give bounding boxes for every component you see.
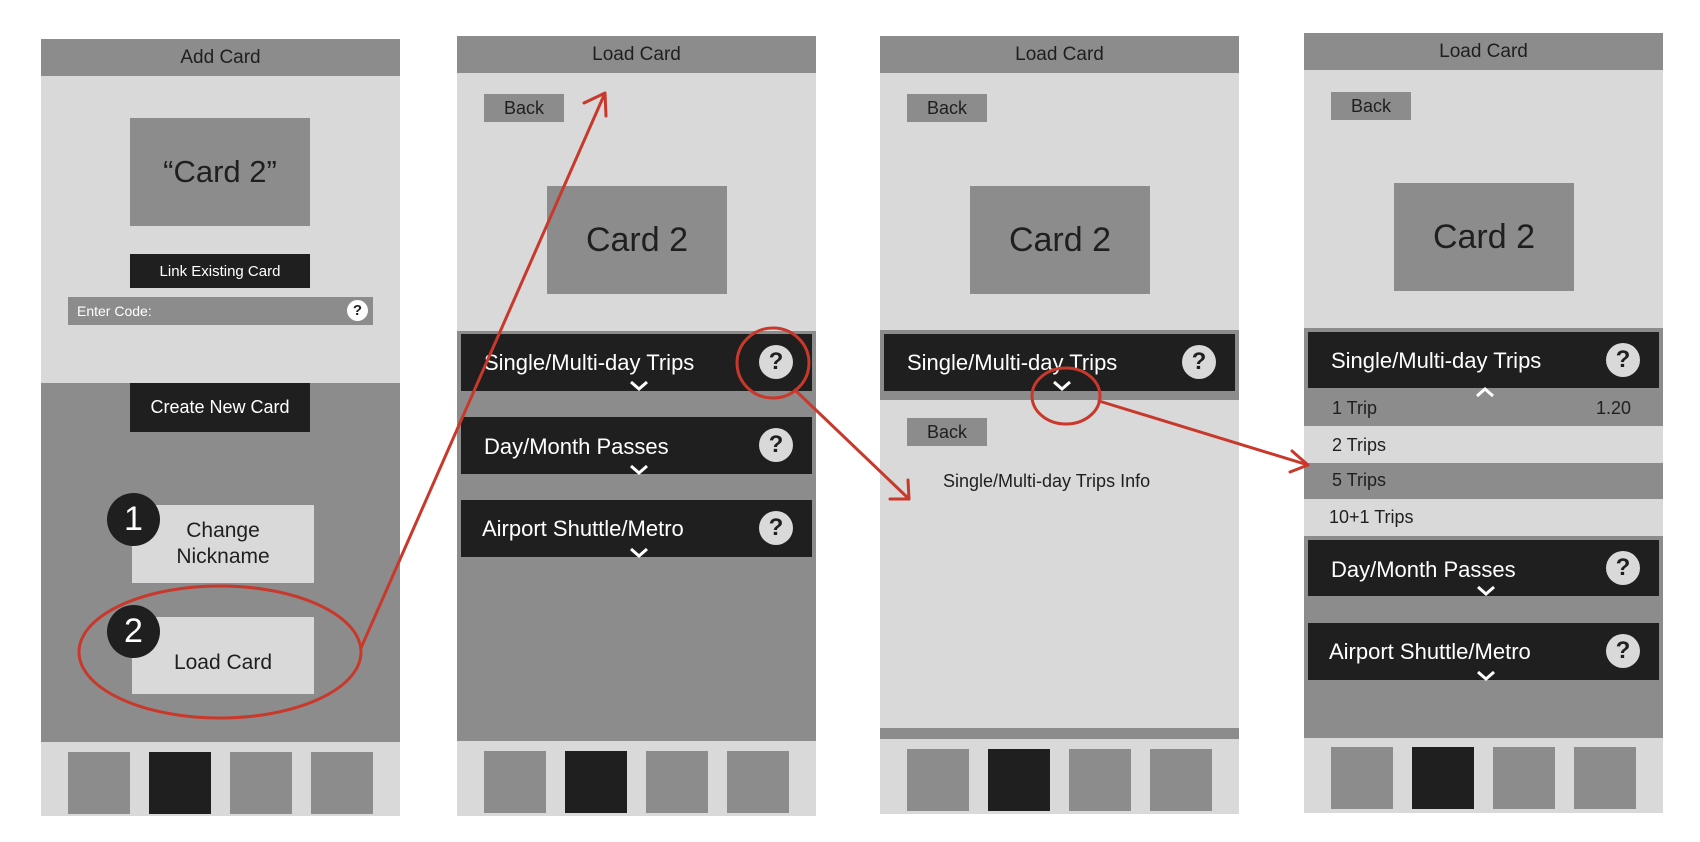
nav-tab-1[interactable] (907, 749, 969, 811)
nav-tab-4[interactable] (1150, 749, 1212, 811)
nav-tab-4[interactable] (727, 751, 789, 813)
question-mark-icon[interactable]: ? (1606, 343, 1640, 377)
back-button[interactable]: Back (1331, 92, 1411, 120)
nav-tab-3[interactable] (1493, 747, 1555, 809)
screen-title: Add Card (41, 39, 400, 76)
info-divider (880, 728, 1239, 739)
section-info-text: Single/Multi-day Trips Info (943, 471, 1151, 491)
link-existing-card-button[interactable]: Link Existing Card (130, 254, 310, 288)
nav-tab-2[interactable] (1412, 747, 1474, 809)
card-preview: Card 2 (1394, 183, 1574, 291)
nav-tab-4[interactable] (311, 752, 373, 814)
nav-tab-2[interactable] (565, 751, 627, 813)
step-2-badge: 2 (107, 605, 160, 658)
nav-tab-2[interactable] (149, 752, 211, 814)
nav-tab-1[interactable] (484, 751, 546, 813)
bottom-nav (41, 742, 400, 816)
option-1-trip-price: 1.20 (1596, 398, 1632, 418)
info-back-button[interactable]: Back (907, 418, 987, 446)
option-2-trips-label[interactable]: 2 Trips (1332, 435, 1386, 456)
section-single-multi-day-trips[interactable]: Single/Multi-day Trips ? (461, 334, 812, 391)
add-card-screen: Add Card “Card 2” Link Existing Card Ent… (41, 39, 400, 816)
section-label: Single/Multi-day Trips (907, 350, 1118, 375)
nav-tab-1[interactable] (68, 752, 130, 814)
section-airport-shuttle-metro[interactable]: Airport Shuttle/Metro ? (461, 500, 812, 559)
question-mark-icon[interactable]: ? (1182, 345, 1216, 379)
section-label: Airport Shuttle/Metro (1329, 639, 1531, 664)
chevron-down-icon[interactable] (1052, 380, 1072, 392)
load-card-screen-3: Load Card Back Card 2 Single/Multi-day T… (1304, 33, 1663, 813)
card-preview: Card 2 (970, 186, 1150, 294)
section-day-month-passes[interactable]: Day/Month Passes ? (461, 417, 812, 476)
section-label: Single/Multi-day Trips (484, 350, 695, 375)
question-mark-icon[interactable]: ? (1606, 634, 1640, 668)
card-preview: Card 2 (547, 186, 727, 294)
load-card-screen-2: Load Card Back Card 2 Single/Multi-day T… (880, 36, 1239, 814)
section-label: Airport Shuttle/Metro (482, 516, 684, 541)
question-mark-icon[interactable]: ? (759, 511, 793, 545)
screen-title: Load Card (457, 36, 816, 73)
question-mark-icon[interactable]: ? (347, 300, 368, 321)
back-button[interactable]: Back (484, 94, 564, 122)
step-1-badge: 1 (107, 493, 160, 546)
chevron-down-icon[interactable] (1476, 585, 1496, 597)
chevron-down-icon[interactable] (629, 380, 649, 392)
option-1-trip-label[interactable]: 1 Trip (1332, 398, 1377, 419)
back-button[interactable]: Back (907, 94, 987, 122)
enter-code-field[interactable]: Enter Code: ? (68, 297, 373, 325)
question-mark-icon[interactable]: ? (759, 345, 793, 379)
section-airport-shuttle-metro[interactable]: Airport Shuttle/Metro ? (1308, 623, 1659, 682)
section-single-multi-day-trips[interactable]: Single/Multi-day Trips ? (1308, 332, 1659, 388)
section-single-multi-day-trips[interactable]: Single/Multi-day Trips ? (884, 334, 1235, 391)
chevron-up-icon[interactable] (1475, 386, 1495, 398)
section-label: Day/Month Passes (484, 434, 669, 459)
nav-tab-1[interactable] (1331, 747, 1393, 809)
screen-title: Load Card (1304, 33, 1663, 70)
question-mark-icon[interactable]: ? (1606, 551, 1640, 585)
chevron-down-icon[interactable] (629, 547, 649, 559)
option-5-trips-label[interactable]: 5 Trips (1332, 470, 1386, 491)
nav-tab-4[interactable] (1574, 747, 1636, 809)
screen-title: Load Card (880, 36, 1239, 73)
enter-code-placeholder: Enter Code: (77, 303, 152, 319)
bottom-nav (457, 741, 816, 816)
nav-tab-3[interactable] (230, 752, 292, 814)
chevron-down-icon[interactable] (629, 464, 649, 476)
nav-tab-3[interactable] (1069, 749, 1131, 811)
nav-tab-2[interactable] (988, 749, 1050, 811)
section-label: Day/Month Passes (1331, 557, 1516, 582)
bottom-nav (880, 739, 1239, 814)
option-10-plus-1-trips-label[interactable]: 10+1 Trips (1329, 507, 1414, 528)
section-label: Single/Multi-day Trips (1331, 348, 1542, 373)
load-card-screen-1: Load Card Back Card 2 Single/Multi-day T… (457, 36, 816, 816)
card-preview: “Card 2” (130, 118, 310, 226)
nav-tab-3[interactable] (646, 751, 708, 813)
create-new-card-button[interactable]: Create New Card (130, 383, 310, 432)
section-day-month-passes[interactable]: Day/Month Passes ? (1308, 540, 1659, 596)
bottom-nav (1304, 738, 1663, 813)
question-mark-icon[interactable]: ? (759, 428, 793, 462)
chevron-down-icon[interactable] (1476, 670, 1496, 682)
